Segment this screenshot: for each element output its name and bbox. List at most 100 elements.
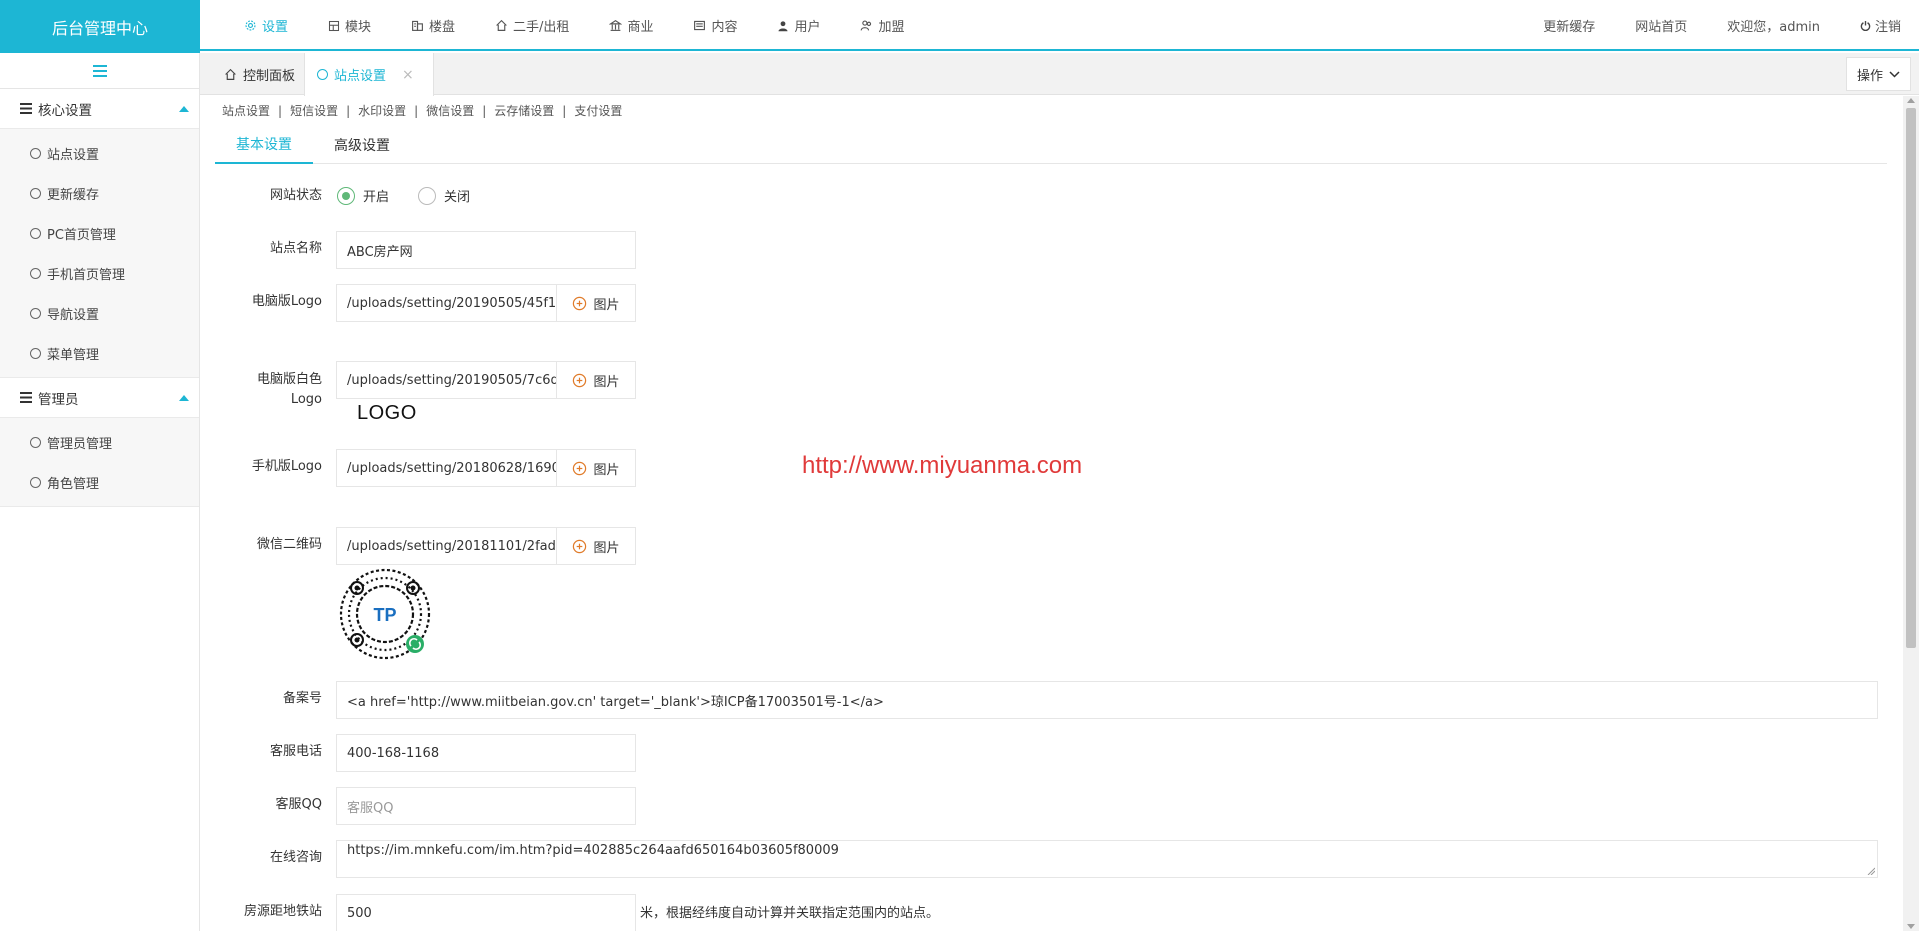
sidebar-item-admin-management[interactable]: 管理员管理 — [0, 422, 199, 462]
topnav-users[interactable]: 用户 — [757, 0, 840, 51]
sidebar-item-label: 角色管理 — [47, 476, 100, 492]
pc-logo-upload-button[interactable]: 图片 — [556, 284, 636, 322]
subnav-wechat-settings[interactable]: 微信设置 — [426, 102, 474, 119]
page-tab-bar: 控制面板 站点设置 × 操作 — [200, 53, 1919, 96]
sidebar-item-site-settings[interactable]: 站点设置 — [0, 133, 199, 173]
home-icon — [225, 68, 236, 80]
subnav-separator: | — [346, 103, 351, 118]
document-icon — [694, 20, 706, 31]
topnav-label: 加盟 — [878, 20, 905, 35]
subnav-sms-settings[interactable]: 短信设置 — [290, 102, 338, 119]
logout-link[interactable]: 注销 — [1840, 16, 1901, 35]
radio-label: 关闭 — [444, 190, 471, 205]
subnav-cloud-storage-settings[interactable]: 云存储设置 — [494, 102, 554, 119]
topnav-franchise[interactable]: 加盟 — [840, 0, 924, 51]
sidebar-group-admins[interactable]: 管理员 — [0, 378, 199, 418]
plus-circle-icon — [573, 373, 587, 387]
subnav-site-settings[interactable]: 站点设置 — [222, 102, 270, 119]
tab-dashboard[interactable]: 控制面板 — [212, 53, 309, 95]
top-nav: 设置 模块 楼盘 二手/出租 商业 内容 用户 加盟 — [224, 0, 925, 51]
online-consult-value: https://im.mnkefu.com/im.htm?pid=402885c… — [347, 843, 839, 858]
sidebar-item-refresh-cache[interactable]: 更新缓存 — [0, 173, 199, 213]
picture-button-label: 图片 — [593, 297, 620, 313]
scroll-up-icon[interactable] — [1907, 98, 1915, 103]
plus-circle-icon — [573, 461, 587, 475]
icp-input[interactable]: <a href='http://www.miitbeian.gov.cn' ta… — [336, 681, 1878, 719]
distance-input[interactable]: 500 — [336, 894, 636, 931]
online-consult-textarea[interactable]: https://im.mnkefu.com/im.htm?pid=402885c… — [336, 840, 1878, 878]
sidebar-item-label: PC首页管理 — [47, 227, 116, 243]
topnav-modules[interactable]: 模块 — [308, 0, 391, 51]
circle-icon — [30, 187, 41, 199]
sidebar-item-pc-home[interactable]: PC首页管理 — [0, 213, 199, 253]
circle-icon — [30, 436, 41, 448]
sidebar-item-label: 管理员管理 — [47, 436, 113, 452]
qq-input[interactable]: 客服QQ — [336, 787, 636, 825]
subnav-watermark-settings[interactable]: 水印设置 — [358, 102, 406, 119]
radio-site-off[interactable]: 关闭 — [418, 186, 470, 205]
tab-advanced-settings[interactable]: 高级设置 — [313, 126, 411, 164]
phone-label: 客服电话 — [269, 744, 322, 759]
pc-logo-input[interactable]: /uploads/setting/20190505/45f1c — [336, 284, 557, 322]
caret-up-icon — [179, 394, 189, 401]
topnav-label: 二手/出租 — [513, 20, 570, 35]
phone-input[interactable]: 400-168-1168 — [336, 734, 636, 772]
circle-icon — [30, 267, 41, 279]
sidebar-item-label: 手机首页管理 — [47, 267, 126, 283]
subnav-separator: | — [482, 103, 487, 118]
chevron-down-icon — [1889, 70, 1900, 78]
sidebar-item-mobile-home[interactable]: 手机首页管理 — [0, 253, 199, 293]
sidebar-group-core-settings[interactable]: 核心设置 — [0, 89, 199, 129]
sidebar-item-menu[interactable]: 菜单管理 — [0, 333, 199, 373]
power-icon — [1860, 21, 1871, 31]
mobile-logo-upload-button[interactable]: 图片 — [556, 449, 636, 487]
topnav-label: 楼盘 — [429, 20, 456, 35]
wechat-qr-input[interactable]: /uploads/setting/20181101/2fadb — [336, 527, 557, 565]
list-icon — [20, 392, 32, 403]
wechat-qr-upload-button[interactable]: 图片 — [556, 527, 636, 565]
menu-toggle-button[interactable] — [0, 53, 199, 89]
topnav-label: 设置 — [262, 20, 289, 35]
tab-site-settings[interactable]: 站点设置 × — [304, 53, 434, 96]
tab-label: 站点设置 — [334, 69, 387, 84]
operations-dropdown[interactable]: 操作 — [1845, 57, 1911, 91]
plus-circle-icon — [573, 539, 587, 553]
group-icon — [861, 20, 872, 31]
sidebar-group-title: 管理员 — [38, 391, 79, 408]
close-icon[interactable]: × — [402, 67, 414, 83]
topnav-label: 用户 — [794, 20, 821, 35]
caret-up-icon — [179, 105, 189, 112]
radio-site-on[interactable]: 开启 — [337, 186, 389, 205]
topnav-commercial[interactable]: 商业 — [589, 0, 673, 51]
topnav-buildings[interactable]: 楼盘 — [391, 0, 475, 51]
mobile-logo-input[interactable]: /uploads/setting/20180628/1690c — [336, 449, 557, 487]
content-scrollbar[interactable] — [1903, 96, 1919, 931]
topnav-content[interactable]: 内容 — [673, 0, 757, 51]
site-home-link[interactable]: 网站首页 — [1615, 16, 1707, 35]
pc-white-logo-upload-button[interactable]: 图片 — [556, 361, 636, 399]
picture-button-label: 图片 — [593, 374, 620, 390]
subnav-separator: | — [562, 103, 567, 118]
pc-white-logo-input[interactable]: /uploads/setting/20190505/7c6d2 — [336, 361, 557, 399]
tab-basic-settings[interactable]: 基本设置 — [215, 126, 313, 164]
resize-grip-icon — [1867, 867, 1875, 875]
wechat-qr-image: TP — [339, 568, 431, 660]
distance-label: 房源距地铁站 — [243, 904, 322, 919]
sidebar-item-role-management[interactable]: 角色管理 — [0, 462, 199, 502]
circle-icon — [30, 307, 41, 319]
scroll-down-icon[interactable] — [1907, 924, 1915, 929]
site-name-input[interactable]: ABC房产网 — [336, 231, 636, 269]
wechat-qr-label: 微信二维码 — [256, 537, 322, 552]
module-icon — [328, 20, 340, 31]
refresh-cache-link[interactable]: 更新缓存 — [1523, 16, 1615, 35]
topnav-secondhand[interactable]: 二手/出租 — [475, 0, 589, 51]
scroll-thumb[interactable] — [1906, 108, 1916, 648]
subnav-payment-settings[interactable]: 支付设置 — [574, 102, 622, 119]
form-tabs: 基本设置 高级设置 — [215, 126, 1887, 164]
online-consult-label: 在线咨询 — [269, 850, 322, 865]
sidebar-item-navigation[interactable]: 导航设置 — [0, 293, 199, 333]
qr-center-text: TP — [373, 605, 396, 625]
sidebar-group-body: 管理员管理 角色管理 — [0, 418, 199, 507]
radio-unchecked-icon — [418, 186, 436, 205]
topnav-settings[interactable]: 设置 — [224, 0, 308, 51]
